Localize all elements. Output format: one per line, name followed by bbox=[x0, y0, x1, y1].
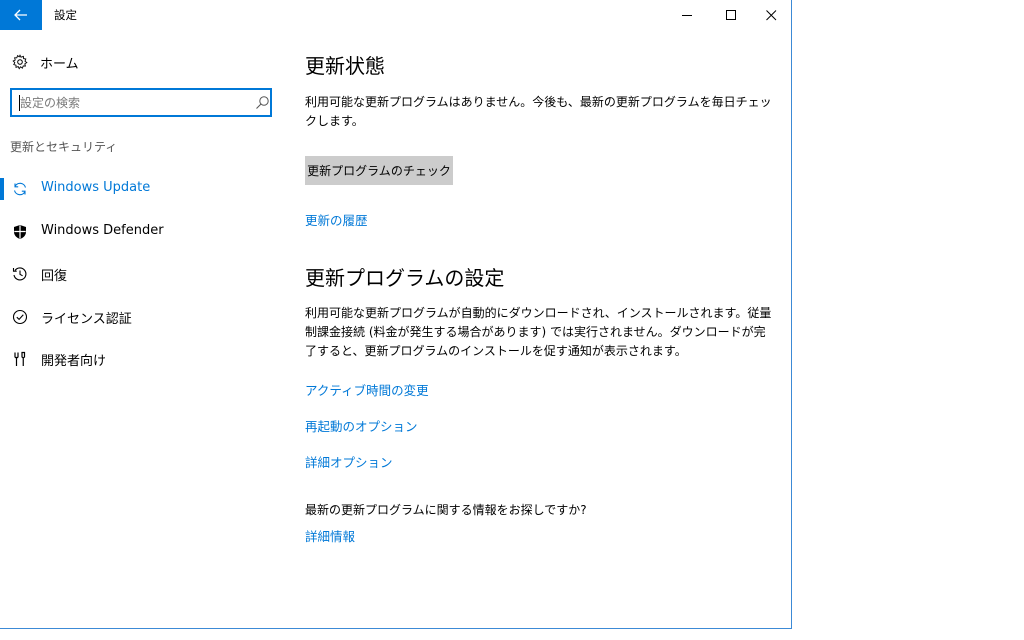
gear-icon bbox=[12, 54, 28, 70]
sidebar-item-windows-defender[interactable]: Windows Defender bbox=[0, 214, 290, 250]
sidebar-item-activation[interactable]: ライセンス認証 bbox=[0, 299, 290, 335]
close-button[interactable] bbox=[749, 0, 793, 30]
search-icon[interactable] bbox=[255, 95, 270, 110]
sidebar-item-windows-update[interactable]: Windows Update bbox=[0, 171, 290, 207]
search-box[interactable] bbox=[10, 88, 272, 117]
update-settings-text: 利用可能な更新プログラムが自動的にダウンロードされ、インストールされます。従量制… bbox=[305, 306, 772, 358]
back-arrow-icon bbox=[14, 9, 27, 21]
check-for-updates-button[interactable]: 更新プログラムのチェック bbox=[305, 156, 453, 185]
sidebar-item-label: Windows Update bbox=[41, 180, 151, 195]
sync-icon bbox=[13, 182, 27, 196]
info-question-text: 最新の更新プログラムに関する情報をお探しですか? bbox=[305, 503, 587, 517]
learn-more-link[interactable]: 詳細情報 bbox=[305, 526, 355, 545]
sidebar-item-for-developers[interactable]: 開発者向け bbox=[0, 341, 290, 377]
sidebar-item-label: Windows Defender bbox=[41, 223, 164, 238]
change-active-hours-link[interactable]: アクティブ時間の変更 bbox=[305, 380, 429, 399]
close-icon bbox=[765, 9, 776, 20]
developer-tools-icon bbox=[14, 351, 26, 366]
window-title: 設定 bbox=[54, 8, 77, 22]
advanced-options-link[interactable]: 詳細オプション bbox=[305, 452, 393, 471]
restart-options-link[interactable]: 再起動のオプション bbox=[305, 416, 418, 435]
maximize-button[interactable] bbox=[709, 0, 753, 30]
title-bar: 設定 bbox=[0, 0, 791, 30]
sidebar-item-label: ライセンス認証 bbox=[41, 312, 132, 327]
maximize-icon bbox=[725, 9, 736, 20]
update-history-link[interactable]: 更新の履歴 bbox=[305, 210, 368, 229]
minimize-icon bbox=[681, 14, 692, 16]
shield-icon bbox=[14, 225, 26, 239]
active-indicator bbox=[0, 178, 4, 200]
history-icon bbox=[12, 267, 27, 281]
search-input[interactable] bbox=[20, 93, 240, 112]
check-circle-icon bbox=[12, 309, 28, 325]
section-label: 更新とセキュリティ bbox=[10, 140, 118, 154]
sidebar-item-recovery[interactable]: 回復 bbox=[0, 256, 290, 292]
update-status-heading: 更新状態 bbox=[305, 54, 385, 78]
minimize-button[interactable] bbox=[665, 0, 709, 30]
sidebar-item-home[interactable]: ホーム bbox=[0, 47, 290, 77]
update-settings-heading: 更新プログラムの設定 bbox=[305, 266, 505, 290]
sidebar-item-label: 開発者向け bbox=[41, 354, 107, 369]
sidebar: ホーム 更新とセキュリティ Windows Update bbox=[0, 30, 290, 628]
back-button[interactable] bbox=[0, 0, 42, 30]
home-label: ホーム bbox=[40, 57, 79, 72]
update-status-text: 利用可能な更新プログラムはありません。今後も、最新の更新プログラムを毎日チェック… bbox=[305, 95, 772, 128]
sidebar-item-label: 回復 bbox=[41, 269, 68, 284]
settings-window: 設定 ホーム 更新とセキュリティ bbox=[0, 0, 792, 629]
